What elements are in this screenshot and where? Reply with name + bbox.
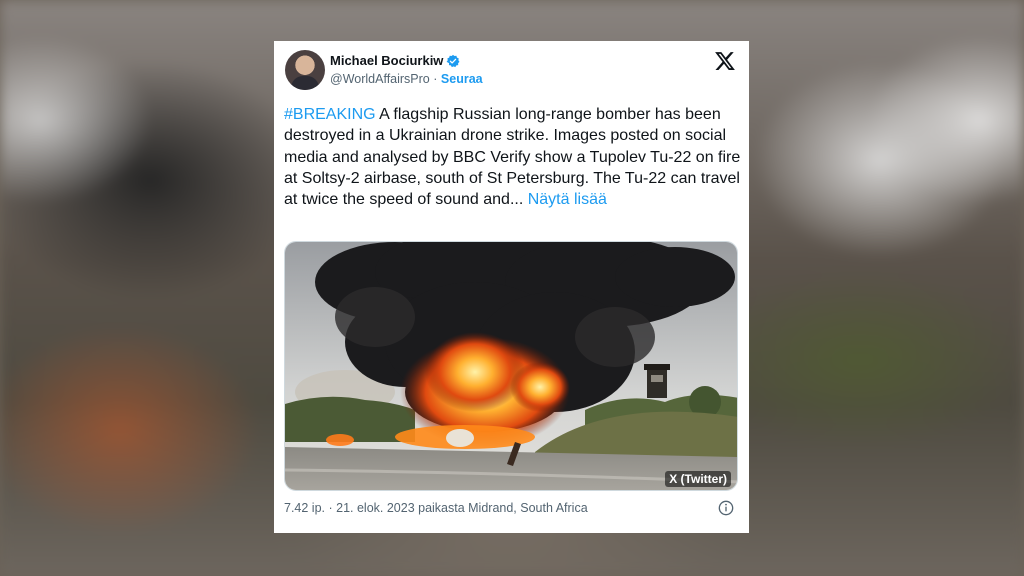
tweet-image[interactable]: X (Twitter) — [284, 241, 738, 491]
follow-button[interactable]: Seuraa — [441, 72, 483, 86]
avatar[interactable] — [285, 50, 325, 90]
tweet-card: Michael Bociurkiw @WorldAffairsPro · Seu… — [274, 41, 749, 533]
x-logo-icon[interactable] — [714, 50, 736, 72]
author-name[interactable]: Michael Bociurkiw — [330, 53, 443, 68]
tweet-text: #BREAKING A flagship Russian long-range … — [284, 104, 742, 210]
author-row: Michael Bociurkiw — [330, 53, 460, 68]
avatar-shirt — [291, 76, 319, 90]
hashtag-link[interactable]: #BREAKING — [284, 106, 376, 123]
handle-row: @WorldAffairsPro · Seuraa — [330, 72, 483, 86]
fire-photo — [285, 242, 737, 490]
verified-badge-icon — [447, 54, 460, 67]
show-more-link[interactable]: Näytä lisää — [523, 191, 607, 208]
media-credit-label: X (Twitter) — [665, 471, 731, 487]
author-handle[interactable]: @WorldAffairsPro — [330, 72, 430, 86]
separator-dot: · — [433, 72, 438, 86]
tweet-timestamp[interactable]: 7.42 ip. · 21. elok. 2023 paikasta Midra… — [284, 501, 588, 515]
info-icon[interactable] — [718, 500, 734, 516]
